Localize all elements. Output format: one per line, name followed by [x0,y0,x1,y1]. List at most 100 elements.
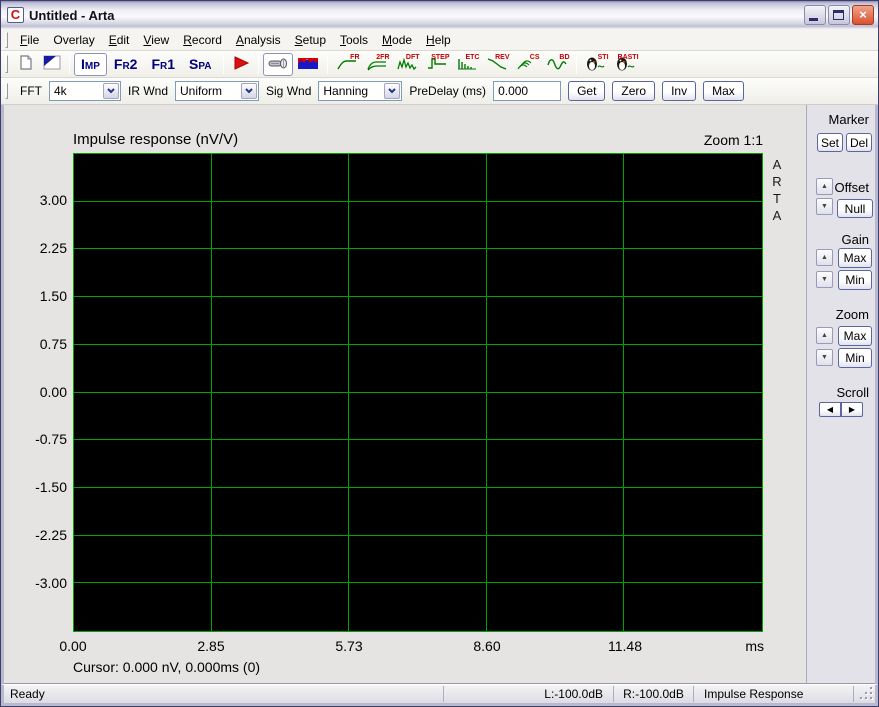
toolbar-gripper[interactable] [5,55,8,73]
menu-file[interactable]: File [13,30,46,50]
gain-up-spinner[interactable]: ▲ [816,249,833,266]
chevron-down-icon[interactable] [241,83,258,99]
ir-wnd-select[interactable]: Uniform [175,81,260,101]
menu-mode[interactable]: Mode [375,30,419,50]
spa-mode-button[interactable]: Spa [182,53,219,76]
chevron-down-icon[interactable] [384,83,401,99]
status-left-level: L:-100.0dB [443,686,613,702]
etc-analysis-button[interactable]: ETC [452,53,482,76]
gain-max-button[interactable]: Max [838,248,872,268]
maximize-button[interactable] [828,5,850,25]
zoom-down-spinner[interactable]: ▼ [816,349,833,366]
arrow-down-icon: ▼ [821,354,828,361]
inv-button[interactable]: Inv [662,81,697,101]
gridline-horizontal [74,343,762,345]
statusbar: Ready L:-100.0dB R:-100.0dB Impulse Resp… [1,684,878,706]
menu-help[interactable]: Help [419,30,458,50]
arrow-right-icon: ▶ [848,405,856,414]
marker-del-button[interactable]: Del [846,133,872,152]
menubar-gripper[interactable] [5,31,8,48]
zoom-up-spinner[interactable]: ▲ [816,327,833,344]
scroll-label: Scroll [836,385,869,400]
main-toolbar: Imp Fr2 Fr1 Spa FR 2FR DFT STEP ETC REV CS BD STI RAS… [1,51,878,78]
get-button[interactable]: Get [568,81,606,101]
close-button[interactable]: × [852,5,874,25]
bd-analysis-button[interactable]: BD [542,53,572,76]
imp-mode-button[interactable]: Imp [74,52,107,76]
scroll-left-button[interactable]: ◀ [819,402,841,417]
status-ready: Ready [10,687,45,701]
impulse-response-plot[interactable] [73,153,763,632]
fr-analysis-badge: FR [350,53,360,61]
y-tick-label: -0.75 [35,431,67,448]
gridline-vertical [485,154,487,631]
fr-analysis-button[interactable]: FR [332,53,362,76]
resize-grip[interactable] [853,686,875,702]
scroll-right-button[interactable]: ▶ [841,402,863,417]
toolbar-separator [69,54,70,74]
gridline-horizontal [74,439,762,441]
maximize-icon [833,10,844,20]
bd-analysis-badge: BD [559,53,570,61]
dft-analysis-badge: DFT [405,53,420,61]
signal-generator-icon [297,56,319,73]
record-play-button[interactable] [228,53,254,76]
toolbar-separator [222,54,224,74]
menu-tools[interactable]: Tools [333,30,375,50]
predelay-input[interactable] [493,81,562,101]
offset-down-spinner[interactable]: ▼ [816,198,833,215]
menu-overlay[interactable]: Overlay [46,30,101,50]
sti-analysis-button[interactable]: STI [581,53,611,76]
menu-setup[interactable]: Setup [288,30,333,50]
marker-set-button[interactable]: Set [817,133,843,152]
sig-wnd-select[interactable]: Hanning [318,81,403,101]
step-analysis-button[interactable]: STEP [422,53,452,76]
fft-select[interactable]: 4k [49,81,121,101]
menubar: File Overlay Edit View Record Analysis Setup To… [1,29,878,51]
cs-analysis-button[interactable]: CS [512,53,542,76]
microphone-button[interactable] [262,52,293,76]
status-mode: Impulse Response [693,686,853,702]
x-axis-unit: ms [745,638,764,654]
play-icon [232,54,250,75]
y-tick-label: 2.25 [39,239,67,256]
gain-min-button[interactable]: Min [838,270,872,290]
menu-edit[interactable]: Edit [102,30,137,50]
x-tick-label: 8.60 [473,638,501,654]
y-tick-label: 1.50 [39,287,67,304]
overlay-flag-button[interactable] [39,53,65,76]
chart-title: Impulse response (nV/V) [73,131,239,148]
new-document-button[interactable] [13,53,39,76]
menu-analysis[interactable]: Analysis [229,30,288,50]
signal-generator-button[interactable] [293,53,323,76]
arrow-down-icon: ▼ [821,276,828,283]
zoom-max-button[interactable]: Max [838,326,872,346]
gridline-horizontal [74,391,762,393]
dft-analysis-button[interactable]: DFT [392,53,422,76]
offset-null-button[interactable]: Null [837,199,873,218]
titlebar: C Untitled - Arta × [1,1,878,29]
spa-mode-label: Spa [189,56,212,72]
rasti-analysis-badge: RASTI [617,53,639,61]
new-document-icon [17,54,35,75]
gridline-vertical [348,154,350,631]
settings-toolbar-gripper[interactable] [5,83,8,99]
gain-label: Gain [841,232,869,247]
gridline-horizontal [74,248,762,250]
fft-value: 4k [54,84,67,98]
gain-down-spinner[interactable]: ▼ [816,271,833,288]
2fr-analysis-button[interactable]: 2FR [362,53,392,76]
arrow-up-icon: ▲ [821,183,828,190]
rev-analysis-button[interactable]: REV [482,53,512,76]
fr2-mode-button[interactable]: Fr2 [107,53,145,76]
zero-button[interactable]: Zero [612,81,656,101]
chevron-down-icon[interactable] [103,83,119,99]
rasti-analysis-button[interactable]: RASTI [611,53,641,76]
minimize-button[interactable] [804,5,826,25]
offset-up-spinner[interactable]: ▲ [816,178,833,195]
menu-record[interactable]: Record [176,30,229,50]
menu-view[interactable]: View [136,30,176,50]
fr1-mode-button[interactable]: Fr1 [144,53,182,76]
max-button[interactable]: Max [703,81,744,101]
zoom-min-button[interactable]: Min [838,348,872,368]
